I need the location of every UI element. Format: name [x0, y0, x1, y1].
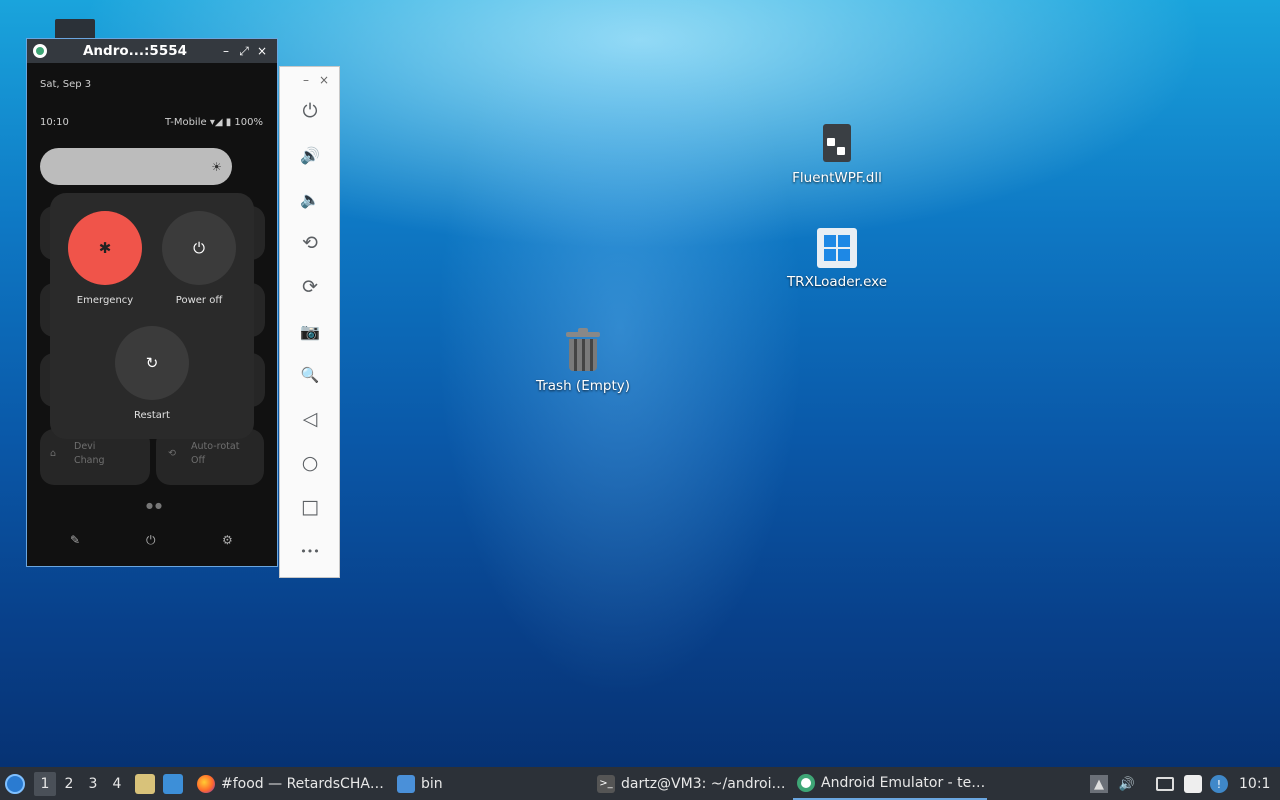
power-button[interactable]: ⏻ — [295, 96, 325, 126]
emulator-side-toolbar: – × ⏻ 🔊 🔈 ⟲ ⟳ 📷 🔍 ◁ ○ □ ••• — [279, 66, 340, 578]
volume-down-icon: 🔈 — [300, 189, 320, 209]
restore-button[interactable]: ⤢ — [235, 44, 253, 59]
taskbar: 1 2 3 4 #food — RetardsCHA… bin >_ dartz… — [0, 767, 1280, 800]
page-indicator: ●● — [146, 501, 164, 510]
trash-icon — [561, 328, 605, 374]
rotate-icon: ⟲ — [168, 448, 176, 459]
rotate-right-icon: ⟳ — [302, 276, 318, 298]
screenshot-button[interactable]: 📷 — [295, 316, 325, 346]
desktop-icon-trxloader[interactable]: TRXLoader.exe — [772, 226, 902, 290]
firefox-icon — [197, 774, 215, 793]
workspace-1[interactable]: 1 — [34, 772, 56, 796]
power-icon: ⏻ — [302, 100, 318, 122]
more-icon: ••• — [300, 544, 320, 558]
start-menu-button[interactable] — [5, 767, 29, 800]
zoom-icon: 🔍 — [300, 366, 320, 384]
workspace-4[interactable]: 4 — [106, 767, 128, 800]
window-tab-decoration — [55, 19, 95, 38]
desktop-icon-label: FluentWPF.dll — [792, 170, 882, 186]
toolbar-close-button[interactable]: × — [319, 73, 329, 87]
emulator-titlebar[interactable]: Andro...:5554 – ⤢ × — [27, 39, 277, 63]
home-icon: ⌂ — [50, 448, 57, 459]
file-manager-launcher-icon[interactable] — [135, 774, 155, 794]
android-emulator-icon — [33, 44, 47, 58]
toolbar-top-controls: – × — [280, 67, 339, 93]
rotate-left-icon: ⟲ — [302, 232, 318, 254]
desktop-icon-label: TRXLoader.exe — [786, 274, 888, 290]
close-button[interactable]: × — [253, 44, 271, 58]
power-icon[interactable]: ⏻ — [146, 533, 156, 548]
camera-icon: 📷 — [300, 321, 320, 341]
power-off-button[interactable]: ⏻ — [162, 211, 236, 285]
clock[interactable]: 10:10 — [1239, 767, 1270, 800]
emergency-icon: ✱ — [98, 239, 112, 257]
task-label: #food — RetardsCHA… — [221, 775, 384, 792]
more-button[interactable]: ••• — [295, 536, 325, 566]
carrier-label: T-Mobile — [165, 117, 207, 128]
settings-icon[interactable]: ⚙ — [222, 533, 233, 547]
back-button[interactable]: ◁ — [295, 404, 325, 434]
clipboard-icon[interactable] — [1184, 775, 1202, 793]
rotate-left-button[interactable]: ⟲ — [295, 228, 325, 258]
workspace-3[interactable]: 3 — [82, 767, 104, 800]
task-file-manager[interactable]: bin — [393, 767, 583, 800]
desktop-icon-fluentwpf[interactable]: FluentWPF.dll — [772, 122, 902, 186]
brightness-slider[interactable]: ☀ — [40, 148, 232, 185]
network-icon[interactable] — [1156, 777, 1174, 791]
status-indicators: T-Mobile ▾◢ ▮ 100% — [165, 117, 263, 128]
home-button[interactable]: ○ — [295, 448, 325, 478]
emulator-title: Andro...:5554 — [82, 43, 187, 59]
overview-button[interactable]: □ — [295, 492, 325, 522]
power-icon: ⏻ — [193, 239, 205, 257]
task-label: bin — [421, 775, 443, 792]
task-terminal[interactable]: >_ dartz@VM3: ~/androi… — [593, 767, 785, 800]
folder-icon — [397, 774, 415, 793]
workspace-2[interactable]: 2 — [58, 767, 80, 800]
tile-label: Auto-rotat — [191, 441, 240, 452]
task-firefox[interactable]: #food — RetardsCHA… — [193, 767, 385, 800]
tray-expand-icon[interactable]: ▲ — [1090, 775, 1108, 793]
minimize-button[interactable]: – — [217, 44, 235, 58]
update-notifier-icon[interactable]: ! — [1210, 775, 1228, 793]
emulator-screen[interactable]: Sat, Sep 3 10:10 T-Mobile ▾◢ ▮ 100% ☀ ⌂ … — [27, 63, 277, 566]
status-date: Sat, Sep 3 — [40, 79, 92, 90]
overview-icon: □ — [301, 496, 319, 518]
rotate-right-button[interactable]: ⟳ — [295, 272, 325, 302]
task-label: dartz@VM3: ~/androi… — [621, 775, 785, 792]
edit-icon[interactable]: ✎ — [70, 533, 80, 547]
home-icon: ○ — [301, 452, 319, 474]
volume-up-button[interactable]: 🔊 — [295, 140, 325, 170]
restart-label: Restart — [134, 410, 170, 421]
task-android-emulator[interactable]: Android Emulator - te… — [793, 767, 987, 800]
power-menu: ✱ Emergency ⏻ Power off ↻ Restart — [50, 193, 254, 439]
power-off-label: Power off — [175, 295, 223, 306]
show-desktop-icon[interactable] — [163, 774, 183, 794]
restart-button[interactable]: ↻ — [115, 326, 189, 400]
tile-sublabel: Chang — [74, 455, 105, 466]
tile-sublabel: Off — [191, 455, 206, 466]
android-emulator-icon — [797, 773, 815, 792]
emergency-label: Emergency — [76, 295, 134, 306]
restart-icon: ↻ — [145, 354, 159, 372]
battery-label: 100% — [234, 117, 263, 128]
windows-exe-icon — [815, 226, 859, 270]
volume-up-icon: 🔊 — [300, 145, 320, 165]
emulator-window: Andro...:5554 – ⤢ × Sat, Sep 3 10:10 T-M… — [26, 38, 278, 567]
emergency-button[interactable]: ✱ — [68, 211, 142, 285]
volume-icon[interactable]: 🔊 — [1118, 775, 1136, 793]
task-label: Android Emulator - te… — [821, 774, 986, 791]
back-icon: ◁ — [302, 408, 318, 430]
desktop-icon-trash[interactable]: Trash (Empty) — [518, 328, 648, 394]
brightness-icon: ☀ — [211, 160, 222, 174]
dll-file-icon — [815, 122, 859, 166]
terminal-icon: >_ — [597, 774, 615, 793]
tile-label: Devi — [74, 441, 96, 452]
signal-icon: ▾◢ ▮ — [209, 117, 235, 128]
status-time: 10:10 — [40, 117, 69, 128]
volume-down-button[interactable]: 🔈 — [295, 184, 325, 214]
toolbar-minimize-button[interactable]: – — [303, 73, 309, 87]
desktop-icon-label: Trash (Empty) — [535, 378, 631, 394]
start-menu-icon — [5, 773, 25, 794]
zoom-button[interactable]: 🔍 — [295, 360, 325, 390]
